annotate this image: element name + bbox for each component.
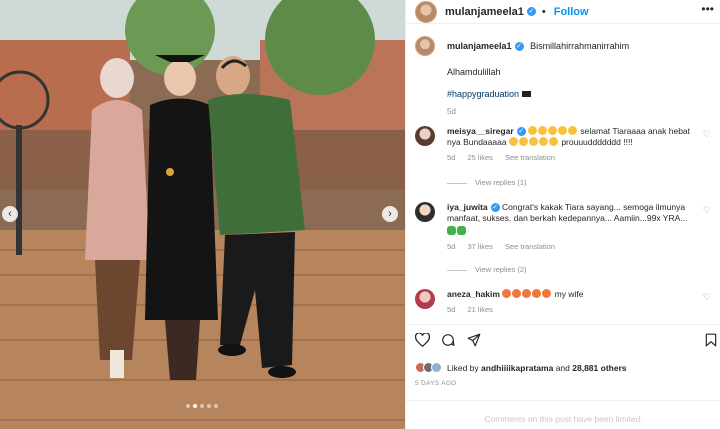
comment-likes[interactable]: 21 likes [467, 305, 492, 314]
separator-dot: • [541, 5, 546, 18]
author-username[interactable]: mulanjameela1 [445, 6, 524, 18]
clap-emoji-icon [568, 126, 578, 135]
post-header: mulanjameela1 ✓ • Follow ••• [406, 0, 720, 24]
divider [406, 400, 720, 401]
comment-icon[interactable] [441, 333, 455, 347]
caption-time: 5d [447, 107, 456, 116]
post-photo[interactable]: ‹ › [0, 0, 405, 429]
comment-text: my wife [554, 289, 584, 299]
previous-slide-button[interactable]: ‹ [2, 206, 18, 222]
liked-by-others[interactable]: 28,881 others [572, 363, 626, 373]
heart-icon[interactable]: ♡ [703, 292, 711, 303]
bookmark-icon[interactable] [705, 333, 717, 347]
liker-avatar [431, 362, 442, 373]
verified-badge-icon: ✓ [514, 42, 524, 51]
liked-by-prefix: Liked by [447, 362, 479, 373]
next-slide-button[interactable]: › [382, 206, 398, 222]
graduation-cap-icon [521, 91, 531, 97]
view-replies-button[interactable]: View replies (1) [447, 178, 527, 187]
heart-eyes-emoji-icon [532, 289, 542, 298]
heart-eyes-emoji-icon [502, 289, 512, 298]
verified-badge-icon: ✓ [526, 7, 536, 16]
commenter-avatar[interactable] [415, 289, 435, 309]
heart-eyes-emoji-icon [542, 289, 552, 298]
clap-emoji-icon [528, 137, 538, 146]
caption-avatar[interactable] [415, 36, 435, 56]
heart-eyes-emoji-icon [512, 289, 522, 298]
comment-time: 5d [447, 153, 456, 162]
instagram-post-modal: ‹ › mulanjameela1 ✓ • Follow ••• mulanja… [0, 0, 720, 429]
heart-icon[interactable] [415, 333, 430, 347]
comment-text: prouuuddddddd !!!! [561, 137, 633, 147]
comment-text: nya Bundaaaaa [447, 137, 507, 147]
clap-emoji-icon [538, 137, 548, 146]
post-date: 5 DAYS AGO [415, 380, 457, 387]
commenter-username[interactable]: iya_juwita [447, 202, 488, 212]
slide-dot [214, 404, 218, 408]
green-heart-icon [447, 226, 456, 235]
follow-button[interactable]: Follow [554, 6, 589, 18]
caption-line1: Bismillahirrahmanirrahim [530, 41, 630, 51]
graduation-photo [0, 0, 405, 429]
clap-emoji-icon [548, 126, 558, 135]
heart-icon[interactable]: ♡ [703, 129, 711, 140]
see-translation-link[interactable]: See translation [505, 153, 555, 162]
divider [406, 324, 720, 325]
caption-username[interactable]: mulanjameela1 [447, 41, 512, 51]
clap-emoji-icon [538, 126, 548, 135]
slide-indicator [186, 404, 218, 408]
action-bar [415, 333, 717, 349]
view-replies-button[interactable]: View replies (2) [447, 265, 527, 274]
green-heart-icon [457, 226, 466, 235]
author-avatar[interactable] [415, 0, 437, 23]
caption-line2: Alhamdulillah [447, 67, 501, 77]
liked-by-joiner: and [555, 362, 570, 373]
comment-likes[interactable]: 25 likes [467, 153, 492, 162]
comment-time: 5d [447, 242, 456, 251]
liked-by-user[interactable]: andhiiiikapratama [481, 363, 553, 373]
slide-dot [207, 404, 211, 408]
heart-eyes-emoji-icon [522, 289, 532, 298]
clap-emoji-icon [508, 137, 518, 146]
comment-time: 5d [447, 305, 456, 314]
clap-emoji-icon [548, 137, 558, 146]
slide-dot [200, 404, 204, 408]
paper-plane-icon[interactable] [467, 333, 481, 347]
clap-emoji-icon [518, 137, 528, 146]
commenter-avatar[interactable] [415, 126, 435, 146]
slide-dot [193, 404, 197, 408]
comment-text: selamat Tiaraaaa anak hebat [580, 126, 691, 136]
verified-badge-icon: ✓ [490, 203, 500, 212]
commenter-username[interactable]: aneza_hakim [447, 289, 500, 299]
commenter-avatar[interactable] [415, 202, 435, 222]
slide-dot [186, 404, 190, 408]
heart-icon[interactable]: ♡ [703, 205, 711, 216]
clap-emoji-icon [558, 126, 568, 135]
commenter-username[interactable]: meisya__siregar [447, 126, 514, 136]
verified-badge-icon: ✓ [516, 127, 526, 136]
more-options-icon[interactable]: ••• [701, 2, 714, 16]
see-translation-link[interactable]: See translation [505, 242, 555, 251]
hashtag-link[interactable]: #happygraduation [447, 89, 519, 99]
post-side-panel: mulanjameela1 ✓ • Follow ••• mulanjameel… [405, 0, 720, 429]
comments-limited-notice: Comments on this post have been limited. [484, 414, 643, 424]
comment-likes[interactable]: 37 likes [467, 242, 492, 251]
likes-summary: Liked by andhiiiikapratama and 28,881 ot… [415, 362, 627, 373]
clap-emoji-icon [528, 126, 538, 135]
